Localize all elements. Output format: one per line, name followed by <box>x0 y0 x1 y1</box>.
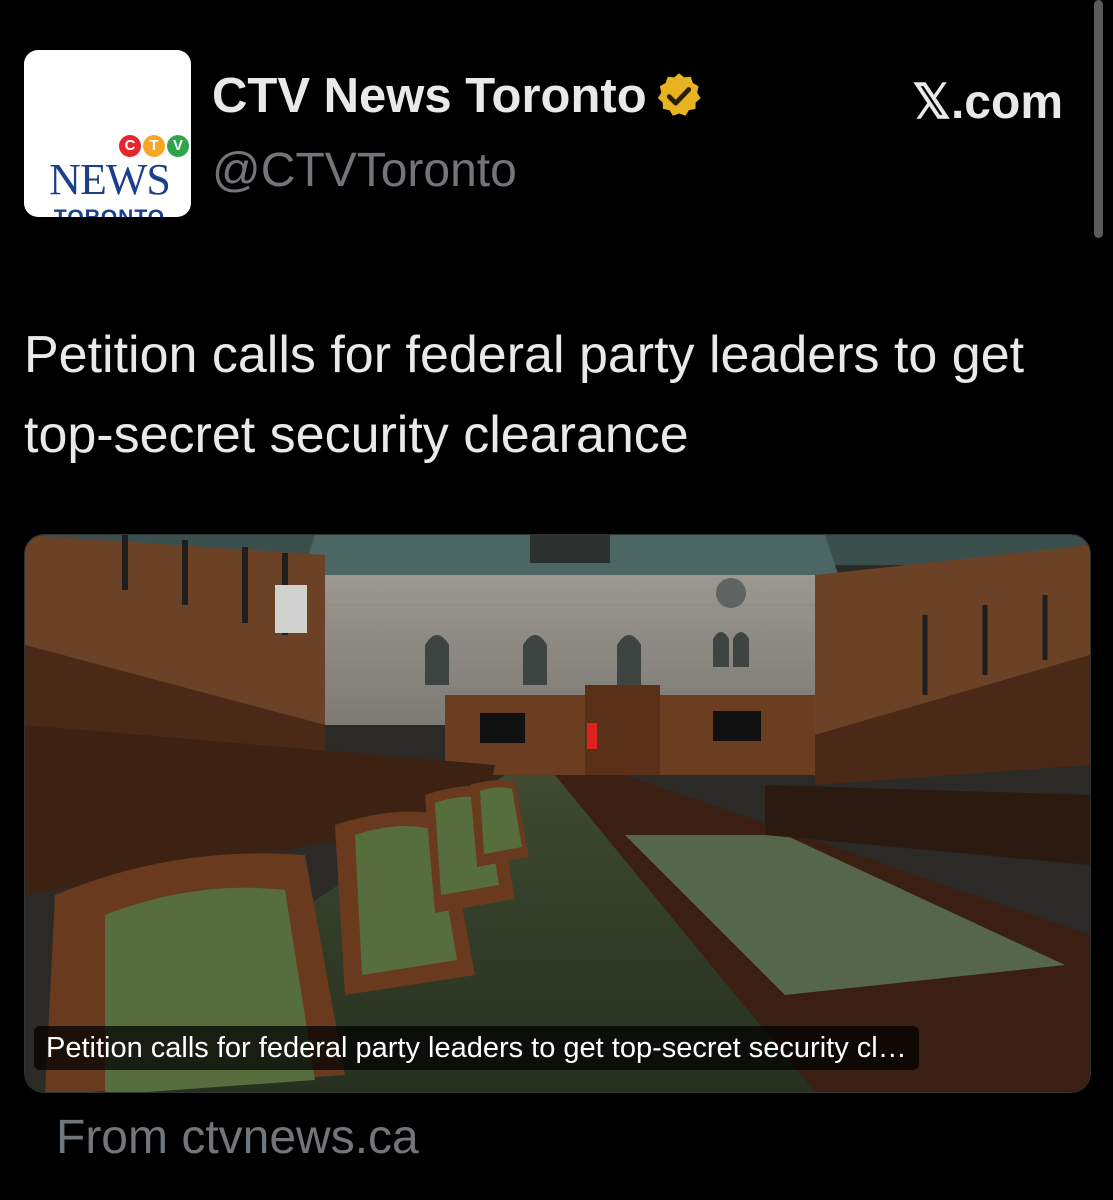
scrollbar[interactable] <box>1094 0 1103 238</box>
account-handle[interactable]: @CTVToronto <box>212 143 517 198</box>
card-caption: Petition calls for federal party leaders… <box>34 1026 919 1070</box>
account-name-row: CTV News Toronto <box>212 68 705 124</box>
source-label: 𝕏.com <box>912 76 1063 129</box>
tweet-text: Petition calls for federal party leaders… <box>24 326 1025 464</box>
display-name[interactable]: CTV News Toronto <box>212 68 647 124</box>
logo-city-word: TORONTO <box>42 206 177 217</box>
logo-news-word: NEWS <box>49 155 171 204</box>
card-image <box>25 535 1090 1092</box>
verified-badge-icon <box>657 73 701 116</box>
avatar[interactable]: CTV NEWS TORONTO <box>24 50 191 217</box>
card-source-link[interactable]: From ctvnews.ca <box>56 1110 419 1165</box>
link-card[interactable] <box>24 534 1091 1093</box>
